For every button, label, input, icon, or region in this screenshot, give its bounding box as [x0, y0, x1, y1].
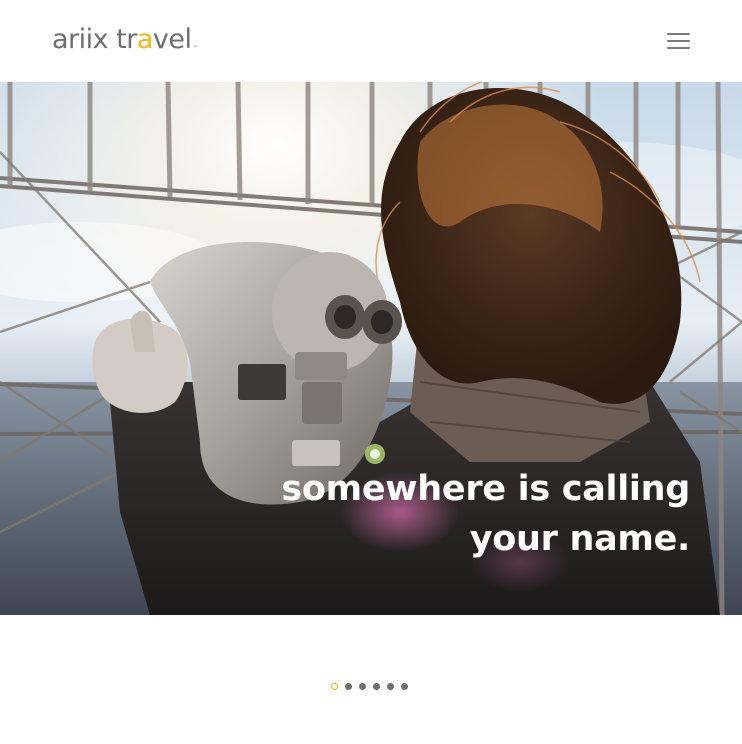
hero-headline: somewhere is calling your name. — [270, 464, 690, 564]
logo-brand-text: ariix — [52, 24, 109, 55]
hero-headline-line1: somewhere is calling — [281, 469, 690, 509]
carousel-dot-2[interactable] — [345, 682, 352, 690]
hamburger-menu-icon[interactable] — [664, 28, 694, 54]
ariix-travel-logo[interactable]: ariix tr a vel ™ — [52, 22, 198, 58]
carousel-dot-4[interactable] — [373, 682, 380, 690]
logo-travel-suffix: vel — [152, 24, 192, 55]
hamburger-bar-bottom — [667, 47, 690, 49]
carousel-dot-1[interactable] — [331, 682, 338, 690]
hero-banner: somewhere is calling your name. — [0, 82, 742, 615]
logo-trademark: ™ — [192, 45, 198, 52]
logo-accent-letter: a — [136, 24, 154, 55]
hamburger-bar-top — [667, 33, 690, 35]
hamburger-bar-middle — [667, 40, 690, 42]
page: ariix tr a vel ™ somewhere is calling yo… — [0, 0, 742, 744]
carousel-dot-5[interactable] — [387, 682, 394, 690]
hero-headline-line2: your name. — [469, 519, 691, 559]
logo-travel-prefix: tr — [116, 24, 137, 55]
carousel-pagination — [331, 680, 415, 692]
carousel-dot-3[interactable] — [359, 682, 366, 690]
site-header: ariix tr a vel ™ — [0, 0, 742, 82]
carousel-dot-6[interactable] — [401, 682, 408, 690]
